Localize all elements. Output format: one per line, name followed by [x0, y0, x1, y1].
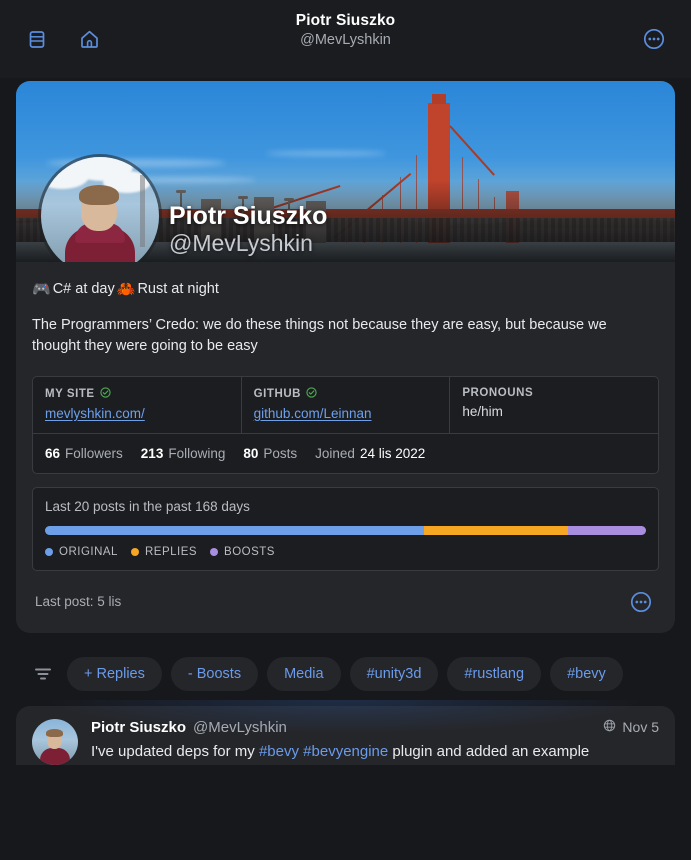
post-main: Piotr Siuszko @MevLyshkin Nov 5 I've upd…: [91, 719, 659, 765]
post-hashtag-bevy[interactable]: #bevy: [259, 743, 299, 760]
top-bar: Piotr Siuszko @MevLyshkin: [0, 0, 691, 78]
activity-segment-replies: [423, 525, 568, 535]
post-author-handle[interactable]: @MevLyshkin: [193, 719, 287, 736]
last-post-row: Last post: 5 lis: [32, 571, 659, 633]
stat-following[interactable]: 213 Following: [141, 446, 226, 461]
bio-text-night: Rust at night: [137, 281, 219, 297]
stat-joined-label: Joined: [315, 445, 355, 461]
post-avatar[interactable]: [32, 718, 78, 765]
post-hashtag-bevyengine[interactable]: #bevyengine: [303, 743, 388, 760]
field-label-pronouns: PRONOUNS: [462, 386, 534, 399]
profile-field-my-site: MY SITE mevlyshkin.com/: [33, 376, 241, 433]
globe-icon: [603, 719, 616, 735]
verified-check-icon: [100, 387, 111, 401]
filter-bar: + Replies - Boosts Media #unity3d #rustl…: [0, 645, 691, 703]
activity-panel: Last 20 posts in the past 168 days ORIGI…: [32, 486, 659, 571]
verified-check-icon: [306, 387, 317, 401]
stat-followers-value: 66: [45, 445, 61, 461]
post-item[interactable]: Piotr Siuszko @MevLyshkin Nov 5 I've upd…: [16, 705, 675, 765]
field-label-github: GITHUB: [254, 387, 438, 401]
profile-field-github: GITHUB github.com/Leinnan: [241, 376, 450, 433]
unity-logo-icon: 🎮: [32, 281, 51, 298]
chip-label-rustlang: #rustlang: [464, 665, 525, 682]
post-author-name[interactable]: Piotr Siuszko: [91, 719, 186, 736]
columns-icon[interactable]: [22, 24, 52, 54]
legend-item-original: ORIGINAL: [45, 546, 118, 558]
stat-following-label: Following: [168, 445, 226, 461]
activity-bar: [45, 525, 646, 535]
chip-label-bevy: #bevy: [567, 665, 606, 682]
filter-chip-replies[interactable]: + Replies: [67, 656, 162, 691]
field-value-my-site: mevlyshkin.com/: [45, 406, 229, 421]
stat-followers[interactable]: 66 Followers: [45, 446, 123, 461]
profile-field-pronouns: PRONOUNS he/him: [450, 376, 658, 433]
filter-chip-media[interactable]: Media: [267, 656, 341, 691]
profile-bio-credo: The Programmers’ Credo: we do these thin…: [32, 317, 607, 355]
my-site-link[interactable]: mevlyshkin.com/: [45, 406, 145, 421]
last-post-text: Last post: 5 lis: [35, 594, 122, 610]
bio-text-day: C# at day: [52, 281, 115, 297]
filter-chip-bevy[interactable]: #bevy: [550, 656, 623, 691]
ellipsis-circle-icon[interactable]: [639, 24, 669, 54]
stat-posts[interactable]: 80 Posts: [243, 446, 297, 461]
chip-label-boosts: Boosts: [196, 665, 242, 682]
field-value-github: github.com/Leinnan: [254, 406, 438, 421]
stat-posts-label: Posts: [263, 445, 298, 461]
chip-label-media: Media: [284, 665, 324, 682]
profile-identity: Piotr Siuszko @MevLyshkin: [169, 202, 327, 256]
field-label-my-site: MY SITE: [45, 387, 229, 401]
legend-dot-boosts: [210, 547, 219, 556]
stat-followers-label: Followers: [65, 445, 123, 461]
app-root: Piotr Siuszko @MevLyshkin Piotr Siuszko …: [0, 0, 691, 860]
github-link[interactable]: github.com/Leinnan: [254, 406, 372, 421]
legend-dot-original: [45, 547, 53, 556]
profile-banner-image: Piotr Siuszko @MevLyshkin: [16, 81, 675, 262]
profile-card: Piotr Siuszko @MevLyshkin 🎮 C# at day 🦀: [16, 81, 675, 633]
crab-icon: 🦀: [116, 281, 136, 298]
profile-display-name: Piotr Siuszko: [169, 201, 328, 230]
home-icon[interactable]: [74, 24, 104, 54]
filter-chip-rustlang[interactable]: #rustlang: [447, 656, 542, 691]
post-text-after: plugin and added an example: [388, 742, 590, 760]
legend-label-boosts: BOOSTS: [224, 545, 275, 558]
post-text-before: I've updated deps for my: [91, 742, 259, 760]
activity-legend: ORIGINAL REPLIES BOOSTS: [45, 546, 646, 558]
legend-item-boosts: BOOSTS: [210, 546, 275, 558]
filter-icon[interactable]: [28, 659, 58, 689]
chip-sign-boosts: -: [187, 665, 193, 682]
chip-label-replies: Replies: [96, 665, 145, 682]
chip-label-unity3d: #unity3d: [366, 665, 422, 682]
chip-sign-replies: +: [84, 665, 93, 682]
legend-dot-replies: [130, 547, 139, 556]
field-value-pronouns: he/him: [462, 403, 503, 419]
activity-segment-boosts: [567, 525, 646, 535]
stat-joined-value: 24 lis 2022: [359, 445, 426, 461]
activity-segment-original: [45, 525, 424, 535]
profile-fields: MY SITE mevlyshkin.com/ GITHUB github.co…: [32, 375, 659, 434]
profile-stats-row: 66 Followers 213 Following 80 Posts Join…: [32, 433, 659, 474]
legend-label-replies: REPLIES: [144, 545, 198, 558]
stat-joined: Joined 24 lis 2022: [315, 446, 425, 461]
legend-label-original: ORIGINAL: [59, 545, 118, 558]
post-date: Nov 5: [622, 718, 659, 735]
stat-posts-value: 80: [243, 445, 259, 461]
profile-handle: @MevLyshkin: [169, 229, 313, 256]
profile-more-ellipsis-circle-icon[interactable]: [626, 587, 656, 617]
stat-following-value: 213: [140, 445, 164, 461]
post-text: I've updated deps for my #bevy #bevyengi…: [91, 741, 659, 762]
filter-chip-boosts[interactable]: - Boosts: [170, 656, 259, 691]
top-bar-left-actions: [22, 24, 104, 54]
legend-item-replies: REPLIES: [130, 545, 198, 558]
post-header: Piotr Siuszko @MevLyshkin Nov 5: [91, 719, 659, 736]
filter-chip-unity3d[interactable]: #unity3d: [349, 656, 439, 691]
profile-bio-line: 🎮 C# at day 🦀 Rust at night: [32, 280, 659, 298]
activity-title: Last 20 posts in the past 168 days: [45, 498, 250, 514]
top-bar-right-actions: [639, 24, 669, 54]
post-meta: Nov 5: [603, 719, 659, 735]
profile-card-body: 🎮 C# at day 🦀 Rust at night The Programm…: [16, 262, 675, 633]
avatar[interactable]: [41, 157, 159, 262]
